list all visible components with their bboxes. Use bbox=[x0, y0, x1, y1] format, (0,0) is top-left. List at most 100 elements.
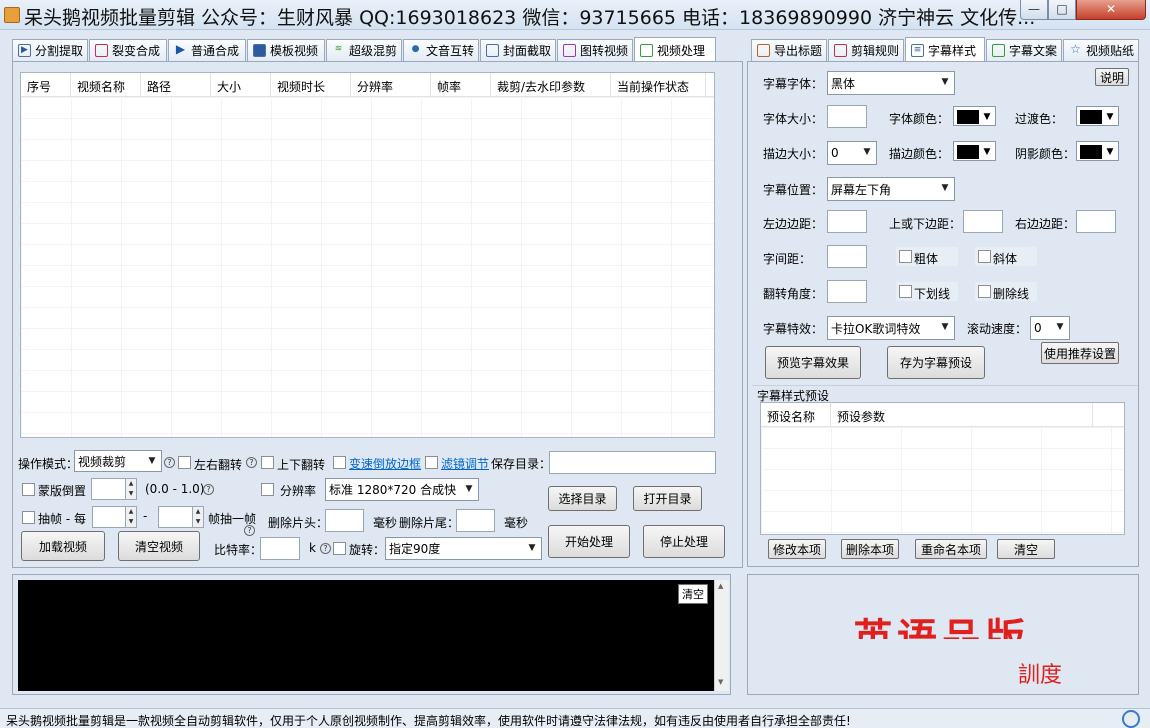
font-size-input[interactable] bbox=[827, 105, 867, 128]
tab-edit-rules[interactable]: 剪辑规则 bbox=[828, 39, 904, 61]
spin-down-icon[interactable]: ▼ bbox=[125, 517, 136, 527]
spin-up-icon[interactable]: ▲ bbox=[125, 507, 136, 517]
resolution-select[interactable]: 标准 1280*720 合成快 ▼ bbox=[325, 478, 479, 501]
filter-checkbox[interactable] bbox=[425, 456, 438, 469]
col-fps[interactable]: 帧率 bbox=[431, 73, 491, 96]
close-button[interactable]: ✕ bbox=[1076, 0, 1146, 20]
spin-up-icon[interactable]: ▲ bbox=[125, 479, 136, 489]
modify-preset-button[interactable]: 修改本项 bbox=[768, 539, 826, 559]
shadow-color-picker[interactable]: ▼ bbox=[1076, 141, 1119, 161]
transition-color-picker[interactable]: ▼ bbox=[1076, 106, 1119, 126]
video-table[interactable]: 序号 视频名称 路径 大小 视频时长 分辨率 帧率 裁剪/去水印参数 当前操作状… bbox=[20, 72, 715, 438]
save-preset-button[interactable]: 存为字幕预设 bbox=[887, 346, 985, 379]
tab-image-to-video[interactable]: 图转视频 bbox=[557, 39, 633, 61]
col-status[interactable]: 当前操作状态 bbox=[611, 73, 706, 96]
left-margin-input[interactable] bbox=[827, 210, 867, 233]
save-dir-input[interactable] bbox=[549, 451, 716, 474]
scroll-speed-select[interactable]: 0 ▼ bbox=[1030, 316, 1070, 340]
delete-preset-button[interactable]: 删除本项 bbox=[841, 539, 899, 559]
tab-normal-merge[interactable]: ▶ 普通合成 bbox=[168, 39, 246, 61]
italic-checkbox[interactable] bbox=[978, 250, 991, 263]
spin-down-icon[interactable]: ▼ bbox=[125, 489, 136, 499]
col-crop-params[interactable]: 裁剪/去水印参数 bbox=[491, 73, 611, 96]
mode-select[interactable]: 视频裁剪 ▼ bbox=[74, 450, 162, 472]
extract-frame-checkbox[interactable] bbox=[22, 511, 35, 524]
delete-tail-input[interactable] bbox=[456, 509, 495, 532]
console-log[interactable]: 清空 bbox=[18, 580, 714, 691]
stroke-color-picker[interactable]: ▼ bbox=[953, 141, 996, 161]
col-preset-params[interactable]: 预设参数 bbox=[831, 403, 1093, 426]
rotate-select[interactable]: 指定90度 ▼ bbox=[385, 537, 542, 560]
bitrate-input[interactable] bbox=[260, 537, 300, 560]
scroll-down-icon[interactable]: ▼ bbox=[718, 678, 723, 686]
position-select[interactable]: 屏幕左下角 ▼ bbox=[827, 177, 955, 201]
preset-table[interactable]: 预设名称 预设参数 bbox=[760, 402, 1125, 535]
console-scrollbar[interactable]: ▲ ▼ bbox=[714, 580, 729, 691]
col-path[interactable]: 路径 bbox=[141, 73, 211, 96]
spin-up-icon[interactable]: ▲ bbox=[192, 507, 203, 517]
mask-value-spinner[interactable]: ▲ ▼ bbox=[91, 478, 137, 500]
col-resolution[interactable]: 分辨率 bbox=[351, 73, 431, 96]
letter-spacing-input[interactable] bbox=[827, 245, 867, 268]
speed-checkbox[interactable] bbox=[333, 456, 346, 469]
help-icon[interactable]: ? bbox=[203, 484, 214, 495]
load-video-button[interactable]: 加载视频 bbox=[21, 531, 105, 561]
tab-cover-capture[interactable]: 封面截取 bbox=[480, 39, 556, 61]
right-margin-input[interactable] bbox=[1076, 210, 1116, 233]
vertical-margin-input[interactable] bbox=[963, 210, 1003, 233]
rotate-angle-input[interactable] bbox=[827, 280, 867, 303]
tab-video-sticker[interactable]: ☆ 视频贴纸 bbox=[1063, 39, 1139, 61]
start-process-button[interactable]: 开始处理 bbox=[548, 525, 630, 558]
help-icon[interactable]: ? bbox=[246, 457, 257, 468]
tray-icon[interactable] bbox=[1122, 710, 1140, 728]
ad-panel[interactable]: 英语品版 訓度 bbox=[747, 574, 1139, 695]
strikethrough-checkbox[interactable] bbox=[978, 285, 991, 298]
rotate-checkbox[interactable] bbox=[333, 542, 346, 555]
flip-ud-checkbox[interactable] bbox=[261, 456, 274, 469]
stroke-size-select[interactable]: 0 ▼ bbox=[827, 141, 877, 165]
col-name[interactable]: 视频名称 bbox=[71, 73, 141, 96]
select-dir-button[interactable]: 选择目录 bbox=[548, 486, 617, 511]
help-icon[interactable]: ? bbox=[244, 525, 255, 536]
tab-subtitle-text[interactable]: 字幕文案 bbox=[986, 39, 1062, 61]
effect-select[interactable]: 卡拉OK歌词特效 ▼ bbox=[827, 316, 955, 340]
col-index[interactable]: 序号 bbox=[21, 73, 71, 96]
filter-adjust-link[interactable]: 滤镜调节 bbox=[441, 455, 489, 472]
delete-head-input[interactable] bbox=[325, 509, 364, 532]
extract-from-spinner[interactable]: ▲ ▼ bbox=[92, 506, 137, 528]
bold-checkbox[interactable] bbox=[899, 250, 912, 263]
col-duration[interactable]: 视频时长 bbox=[271, 73, 351, 96]
tab-video-process[interactable]: 视频处理 bbox=[634, 37, 716, 62]
extract-to-spinner[interactable]: ▲ ▼ bbox=[158, 506, 204, 528]
tab-split-extract[interactable]: ▶ 分割提取 bbox=[12, 39, 88, 61]
maximize-button[interactable]: □ bbox=[1048, 0, 1076, 20]
tab-super-mix[interactable]: ≋ 超级混剪 bbox=[326, 39, 402, 61]
font-color-picker[interactable]: ▼ bbox=[953, 106, 996, 126]
underline-checkbox[interactable] bbox=[899, 285, 912, 298]
open-dir-button[interactable]: 打开目录 bbox=[633, 486, 702, 511]
tab-text-audio[interactable]: ● 文音互转 bbox=[403, 39, 479, 61]
flip-lr-checkbox[interactable] bbox=[178, 456, 191, 469]
spin-down-icon[interactable]: ▼ bbox=[192, 517, 203, 527]
tab-subtitle-style[interactable]: ≡ 字幕样式 bbox=[905, 37, 985, 62]
tab-export-title[interactable]: 导出标题 bbox=[751, 39, 827, 61]
console-clear-button[interactable]: 清空 bbox=[678, 584, 708, 604]
speed-reverse-border-link[interactable]: 变速倒放边框 bbox=[349, 455, 421, 472]
clear-video-button[interactable]: 清空视频 bbox=[118, 531, 200, 561]
font-select[interactable]: 黑体 ▼ bbox=[827, 71, 955, 95]
help-button[interactable]: 说明 bbox=[1095, 68, 1129, 86]
preview-subtitle-button[interactable]: 预览字幕效果 bbox=[765, 346, 861, 379]
stop-process-button[interactable]: 停止处理 bbox=[643, 525, 725, 558]
clear-presets-button[interactable]: 清空 bbox=[997, 539, 1055, 559]
help-icon[interactable]: ? bbox=[320, 543, 331, 554]
tab-fission[interactable]: 裂变合成 bbox=[89, 39, 167, 61]
col-preset-name[interactable]: 预设名称 bbox=[761, 403, 831, 426]
col-size[interactable]: 大小 bbox=[211, 73, 271, 96]
rename-preset-button[interactable]: 重命名本项 bbox=[915, 539, 987, 559]
mask-invert-checkbox[interactable] bbox=[22, 483, 35, 496]
use-recommended-button[interactable]: 使用推荐设置 bbox=[1041, 342, 1119, 364]
help-icon[interactable]: ? bbox=[164, 457, 175, 468]
scroll-up-icon[interactable]: ▲ bbox=[718, 582, 723, 590]
resolution-checkbox[interactable] bbox=[261, 483, 274, 496]
minimize-button[interactable]: — bbox=[1020, 0, 1048, 20]
